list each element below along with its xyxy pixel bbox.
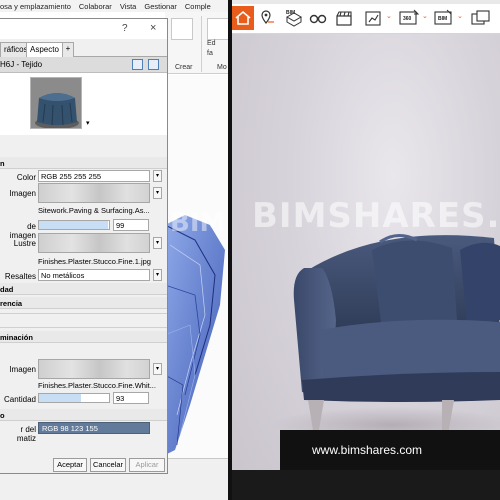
- section-altura[interactable]: dad: [0, 283, 167, 295]
- draped-cloth-preview: [31, 78, 81, 128]
- ribbon-label-crear: Crear: [175, 64, 193, 71]
- close-icon[interactable]: ×: [150, 22, 156, 34]
- layers-icon[interactable]: [470, 8, 490, 28]
- imagen2-dropdown-button[interactable]: ▾: [153, 363, 162, 375]
- cancel-button[interactable]: Cancelar: [90, 458, 126, 472]
- bim-label: BIM: [286, 10, 296, 16]
- color-dropdown-button[interactable]: ▾: [153, 170, 162, 182]
- imagen-label: Imagen: [9, 189, 36, 198]
- dialog-titlebar: ? ×: [0, 19, 167, 39]
- chart-icon[interactable]: [364, 8, 384, 28]
- section-transparencia[interactable]: rencia: [0, 297, 167, 309]
- watermark: BIMSHARES.COM: [252, 196, 500, 236]
- revit-window: osa y emplazamiento Colaborar Vista Gest…: [0, 0, 232, 500]
- menu-item-complementos[interactable]: Comple: [185, 2, 211, 11]
- imagen-texture-name: Sitework.Paving & Surfacing.As...: [38, 206, 150, 215]
- resaltes-dropdown-button[interactable]: ▾: [153, 269, 162, 281]
- cantidad-value-field[interactable]: 93: [113, 392, 149, 404]
- imagen2-texture-name: Finishes.Plaster.Stucco.Fine.Whit...: [38, 381, 156, 390]
- matiz-label: r del matiz: [16, 425, 36, 443]
- footer-banner: www.bimshares.com: [280, 430, 500, 470]
- chevron-down-icon[interactable]: ▾: [86, 119, 90, 127]
- material-preview-area: ▾: [0, 73, 167, 135]
- cantidad-slider[interactable]: [38, 393, 110, 403]
- fade-slider[interactable]: [38, 220, 110, 230]
- viewer-toolbar: BIM ⌄ 360 ⌄ BIM ⌄: [232, 0, 500, 34]
- lustre-label: Lustre: [13, 239, 36, 248]
- ribbon-label-mo: Mo: [217, 64, 227, 71]
- color-label: Color: [16, 173, 36, 182]
- armchair-render: [272, 234, 500, 447]
- menu-item-emplazamiento[interactable]: osa y emplazamiento: [0, 2, 71, 11]
- lustre-dropdown-button[interactable]: ▾: [153, 237, 162, 249]
- imagen2-texture-swatch[interactable]: [38, 359, 150, 379]
- ribbon-panel: Ed fa Crear Mo: [165, 12, 232, 74]
- apply-button[interactable]: Aplicar: [129, 458, 165, 472]
- color-field[interactable]: RGB 255 255 255: [38, 170, 150, 182]
- vr-glasses-icon[interactable]: [308, 8, 328, 28]
- 360-chevron-icon[interactable]: ⌄: [422, 12, 428, 20]
- dialog-tabs: ráficos Aspecto +: [0, 39, 167, 58]
- imagen-texture-swatch[interactable]: [38, 183, 150, 203]
- lustre-texture-swatch[interactable]: [38, 233, 150, 253]
- section-separator: [0, 313, 167, 314]
- swap-asset-icon[interactable]: [132, 59, 143, 70]
- bim-export-label: BIM: [438, 16, 448, 22]
- duplicate-asset-icon[interactable]: [148, 59, 159, 70]
- ribbon-label-fa: fa: [207, 50, 213, 57]
- home-icon[interactable]: [232, 6, 254, 30]
- menu-item-colaborar[interactable]: Colaborar: [79, 2, 112, 11]
- resaltes-select[interactable]: No metálicos: [38, 269, 150, 281]
- fade-label: de imagen: [9, 222, 36, 240]
- ribbon-edit-button[interactable]: [207, 18, 229, 40]
- imagen-dropdown-button[interactable]: ▾: [153, 187, 162, 199]
- tab-aspecto[interactable]: Aspecto: [26, 42, 63, 58]
- cantidad-label: Cantidad: [3, 395, 36, 404]
- section-iluminacion[interactable]: minación: [0, 331, 167, 343]
- help-icon[interactable]: ?: [122, 23, 128, 34]
- menu-item-vista[interactable]: Vista: [120, 2, 137, 11]
- chart-chevron-icon[interactable]: ⌄: [386, 12, 392, 20]
- model-viewport[interactable]: [165, 75, 232, 500]
- ribbon-label-ed: Ed: [207, 40, 216, 47]
- map-pin-icon[interactable]: [258, 8, 278, 28]
- section-separator: [0, 327, 167, 328]
- imagen2-label: Imagen: [9, 365, 36, 374]
- asset-bar: H6J - Tejido: [0, 57, 167, 73]
- fade-value-field[interactable]: 99: [113, 219, 149, 231]
- footer-url: www.bimshares.com: [312, 443, 423, 457]
- render-viewer: BIMSHARES.COM BIM ⌄ 360 ⌄: [232, 0, 500, 500]
- bim-export-icon[interactable]: BIM: [433, 8, 453, 28]
- ribbon-separator: [201, 16, 202, 72]
- menu-item-gestionar[interactable]: Gestionar: [144, 2, 177, 11]
- viewer-status-strip: [232, 470, 500, 500]
- section-general[interactable]: n: [0, 157, 167, 169]
- asset-name: H6J - Tejido: [0, 60, 43, 69]
- bim-export-chevron-icon[interactable]: ⌄: [457, 12, 463, 20]
- material-editor-dialog: ? × ráficos Aspecto + H6J - Tejido ▾ n C…: [0, 18, 168, 474]
- blue-mesh-model: [165, 215, 225, 455]
- lustre-texture-name: Finishes.Plaster.Stucco.Fine.1.jpg: [38, 257, 151, 266]
- menu-bar: osa y emplazamiento Colaborar Vista Gest…: [0, 0, 232, 12]
- watermark-left: BIMSHA: [170, 208, 232, 238]
- resaltes-label: Resaltes: [4, 272, 36, 281]
- clapper-icon[interactable]: [334, 8, 354, 28]
- accept-button[interactable]: Aceptar: [53, 458, 87, 472]
- 360-icon[interactable]: 360: [398, 8, 420, 28]
- ribbon-tool-button[interactable]: [171, 18, 193, 40]
- 360-label: 360: [403, 16, 412, 22]
- tint-color-swatch[interactable]: RGB 98 123 155: [38, 422, 150, 434]
- section-tint[interactable]: o: [0, 409, 167, 421]
- tab-add-button[interactable]: +: [62, 42, 74, 57]
- material-preview-thumbnail[interactable]: [30, 77, 82, 129]
- bim-icon[interactable]: BIM: [284, 8, 304, 28]
- toolbar-top-strip: [232, 0, 500, 4]
